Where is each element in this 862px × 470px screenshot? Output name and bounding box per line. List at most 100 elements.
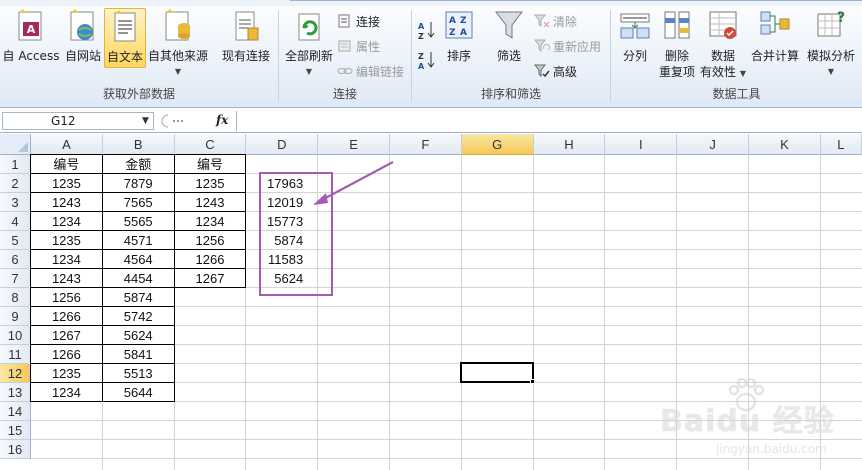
column-header-c[interactable]: C bbox=[174, 134, 247, 155]
from-web-button[interactable]: 自网站 bbox=[62, 8, 104, 64]
fill-handle[interactable] bbox=[529, 379, 535, 384]
cell-a1[interactable]: 编号 bbox=[31, 155, 102, 174]
cell-b11[interactable]: 5841 bbox=[103, 345, 174, 364]
properties-icon bbox=[338, 40, 351, 52]
formula-bar-resize-icon[interactable] bbox=[160, 114, 190, 128]
row-header-12[interactable]: 12 bbox=[0, 364, 31, 383]
text-file-icon bbox=[114, 10, 136, 42]
row-header-7[interactable]: 7 bbox=[0, 269, 31, 288]
clear-filter-button[interactable]: 清除 bbox=[534, 12, 577, 30]
cell-b7[interactable]: 4454 bbox=[103, 269, 174, 288]
cell-a3[interactable]: 1243 bbox=[31, 193, 102, 212]
reapply-button[interactable]: 重新应用 bbox=[534, 37, 601, 55]
svg-text:A: A bbox=[27, 23, 36, 36]
sort-button[interactable]: A Z Z A 排序 bbox=[442, 8, 476, 64]
sort-ascending-icon[interactable]: A Z bbox=[418, 20, 436, 40]
row-header-6[interactable]: 6 bbox=[0, 250, 31, 269]
column-header-g[interactable]: G bbox=[461, 134, 534, 155]
cell-a6[interactable]: 1234 bbox=[31, 250, 102, 269]
refresh-all-button[interactable]: 全部刷新 ▼ bbox=[283, 8, 335, 80]
column-header-f[interactable]: F bbox=[390, 134, 462, 155]
what-if-analysis-button[interactable]: ? 模拟分析 ▼ bbox=[803, 8, 859, 80]
column-header-k[interactable]: K bbox=[749, 134, 821, 155]
cell-c1[interactable]: 编号 bbox=[175, 155, 246, 174]
existing-connections-icon bbox=[235, 11, 259, 41]
cell-a11[interactable]: 1266 bbox=[31, 345, 102, 364]
svg-text:A: A bbox=[460, 28, 467, 38]
row-header-1[interactable]: 1 bbox=[0, 155, 31, 174]
text-to-columns-button[interactable]: 分列 bbox=[615, 8, 655, 64]
cell-c4[interactable]: 1234 bbox=[175, 212, 246, 231]
advanced-filter-icon bbox=[534, 64, 550, 78]
cell-b1[interactable]: 金额 bbox=[103, 155, 174, 174]
cell-b8[interactable]: 5874 bbox=[103, 288, 174, 307]
row-header-9[interactable]: 9 bbox=[0, 307, 31, 326]
row-header-3[interactable]: 3 bbox=[0, 193, 31, 212]
cell-b5[interactable]: 4571 bbox=[103, 231, 174, 250]
row-header-14[interactable]: 14 bbox=[0, 402, 31, 421]
cell-b12[interactable]: 5513 bbox=[103, 364, 174, 383]
filter-button[interactable]: 筛选 bbox=[492, 8, 526, 64]
cell-a8[interactable]: 1256 bbox=[31, 288, 102, 307]
column-header-d[interactable]: D bbox=[246, 134, 319, 155]
column-header-h[interactable]: H bbox=[533, 134, 606, 155]
sort-descending-icon[interactable]: Z A bbox=[418, 50, 436, 70]
from-other-sources-button[interactable]: 自其他来源 ▼ bbox=[146, 8, 210, 80]
data-validation-button[interactable]: 数据 有效性 ▼ bbox=[699, 8, 747, 82]
column-header-i[interactable]: I bbox=[605, 134, 678, 155]
cell-c6[interactable]: 1266 bbox=[175, 250, 246, 269]
cell-c7[interactable]: 1267 bbox=[175, 269, 246, 288]
insert-function-icon[interactable]: fx bbox=[216, 113, 228, 127]
cell-b3[interactable]: 7565 bbox=[103, 193, 174, 212]
cell-c5[interactable]: 1256 bbox=[175, 231, 246, 250]
chevron-down-icon[interactable]: ▼ bbox=[142, 116, 149, 126]
row-header-13[interactable]: 13 bbox=[0, 383, 31, 402]
cell-b9[interactable]: 5742 bbox=[103, 307, 174, 326]
cell-a13[interactable]: 1234 bbox=[31, 383, 102, 402]
cell-b13[interactable]: 5644 bbox=[103, 383, 174, 402]
row-header-2[interactable]: 2 bbox=[0, 174, 31, 193]
column-header-b[interactable]: B bbox=[102, 134, 175, 155]
name-box[interactable]: G12 bbox=[2, 112, 154, 130]
row-header-10[interactable]: 10 bbox=[0, 326, 31, 345]
select-all-corner[interactable] bbox=[0, 134, 31, 155]
cell-b2[interactable]: 7879 bbox=[103, 174, 174, 193]
column-header-a[interactable]: A bbox=[31, 134, 103, 155]
cell-a7[interactable]: 1243 bbox=[31, 269, 102, 288]
cell-b6[interactable]: 4564 bbox=[103, 250, 174, 269]
row-header-15[interactable]: 15 bbox=[0, 421, 31, 440]
row-header-16[interactable]: 16 bbox=[0, 440, 31, 459]
from-text-button[interactable]: 自文本 bbox=[104, 8, 146, 68]
column-header-j[interactable]: J bbox=[677, 134, 749, 155]
properties-button[interactable]: 属性 bbox=[337, 37, 380, 55]
column-header-e[interactable]: E bbox=[318, 134, 390, 155]
cell-a12[interactable]: 1235 bbox=[31, 364, 102, 383]
row-header-11[interactable]: 11 bbox=[0, 345, 31, 364]
cell-a2[interactable]: 1235 bbox=[31, 174, 102, 193]
selected-cell[interactable] bbox=[459, 362, 534, 383]
connections-button[interactable]: 连接 bbox=[337, 12, 380, 30]
row-header-5[interactable]: 5 bbox=[0, 231, 31, 250]
formula-input[interactable] bbox=[236, 111, 862, 131]
advanced-filter-button[interactable]: 高级 bbox=[534, 62, 577, 80]
from-access-button[interactable]: A 自 Access bbox=[2, 8, 60, 64]
cell-a5[interactable]: 1235 bbox=[31, 231, 102, 250]
group-external-data: A 自 Access 自网站 自文本 自其他来源 ▼ 现有连接 获取外部数据 bbox=[0, 6, 278, 106]
remove-duplicates-button[interactable]: 删除 重复项 bbox=[657, 8, 697, 80]
clear-filter-icon bbox=[534, 14, 550, 28]
row-header-8[interactable]: 8 bbox=[0, 288, 31, 307]
cell-b4[interactable]: 5565 bbox=[103, 212, 174, 231]
cell-a9[interactable]: 1266 bbox=[31, 307, 102, 326]
cell-c2[interactable]: 1235 bbox=[175, 174, 246, 193]
svg-text:Z: Z bbox=[418, 32, 424, 40]
cell-a4[interactable]: 1234 bbox=[31, 212, 102, 231]
column-header-l[interactable]: L bbox=[820, 134, 862, 155]
edit-links-button[interactable]: 编辑链接 bbox=[337, 62, 404, 80]
cell-b10[interactable]: 5624 bbox=[103, 326, 174, 345]
row-header-4[interactable]: 4 bbox=[0, 212, 31, 231]
consolidate-button[interactable]: 合并计算 bbox=[749, 8, 801, 64]
gridline-vertical bbox=[604, 155, 606, 470]
existing-connections-button[interactable]: 现有连接 bbox=[218, 8, 274, 64]
cell-c3[interactable]: 1243 bbox=[175, 193, 246, 212]
cell-a10[interactable]: 1267 bbox=[31, 326, 102, 345]
